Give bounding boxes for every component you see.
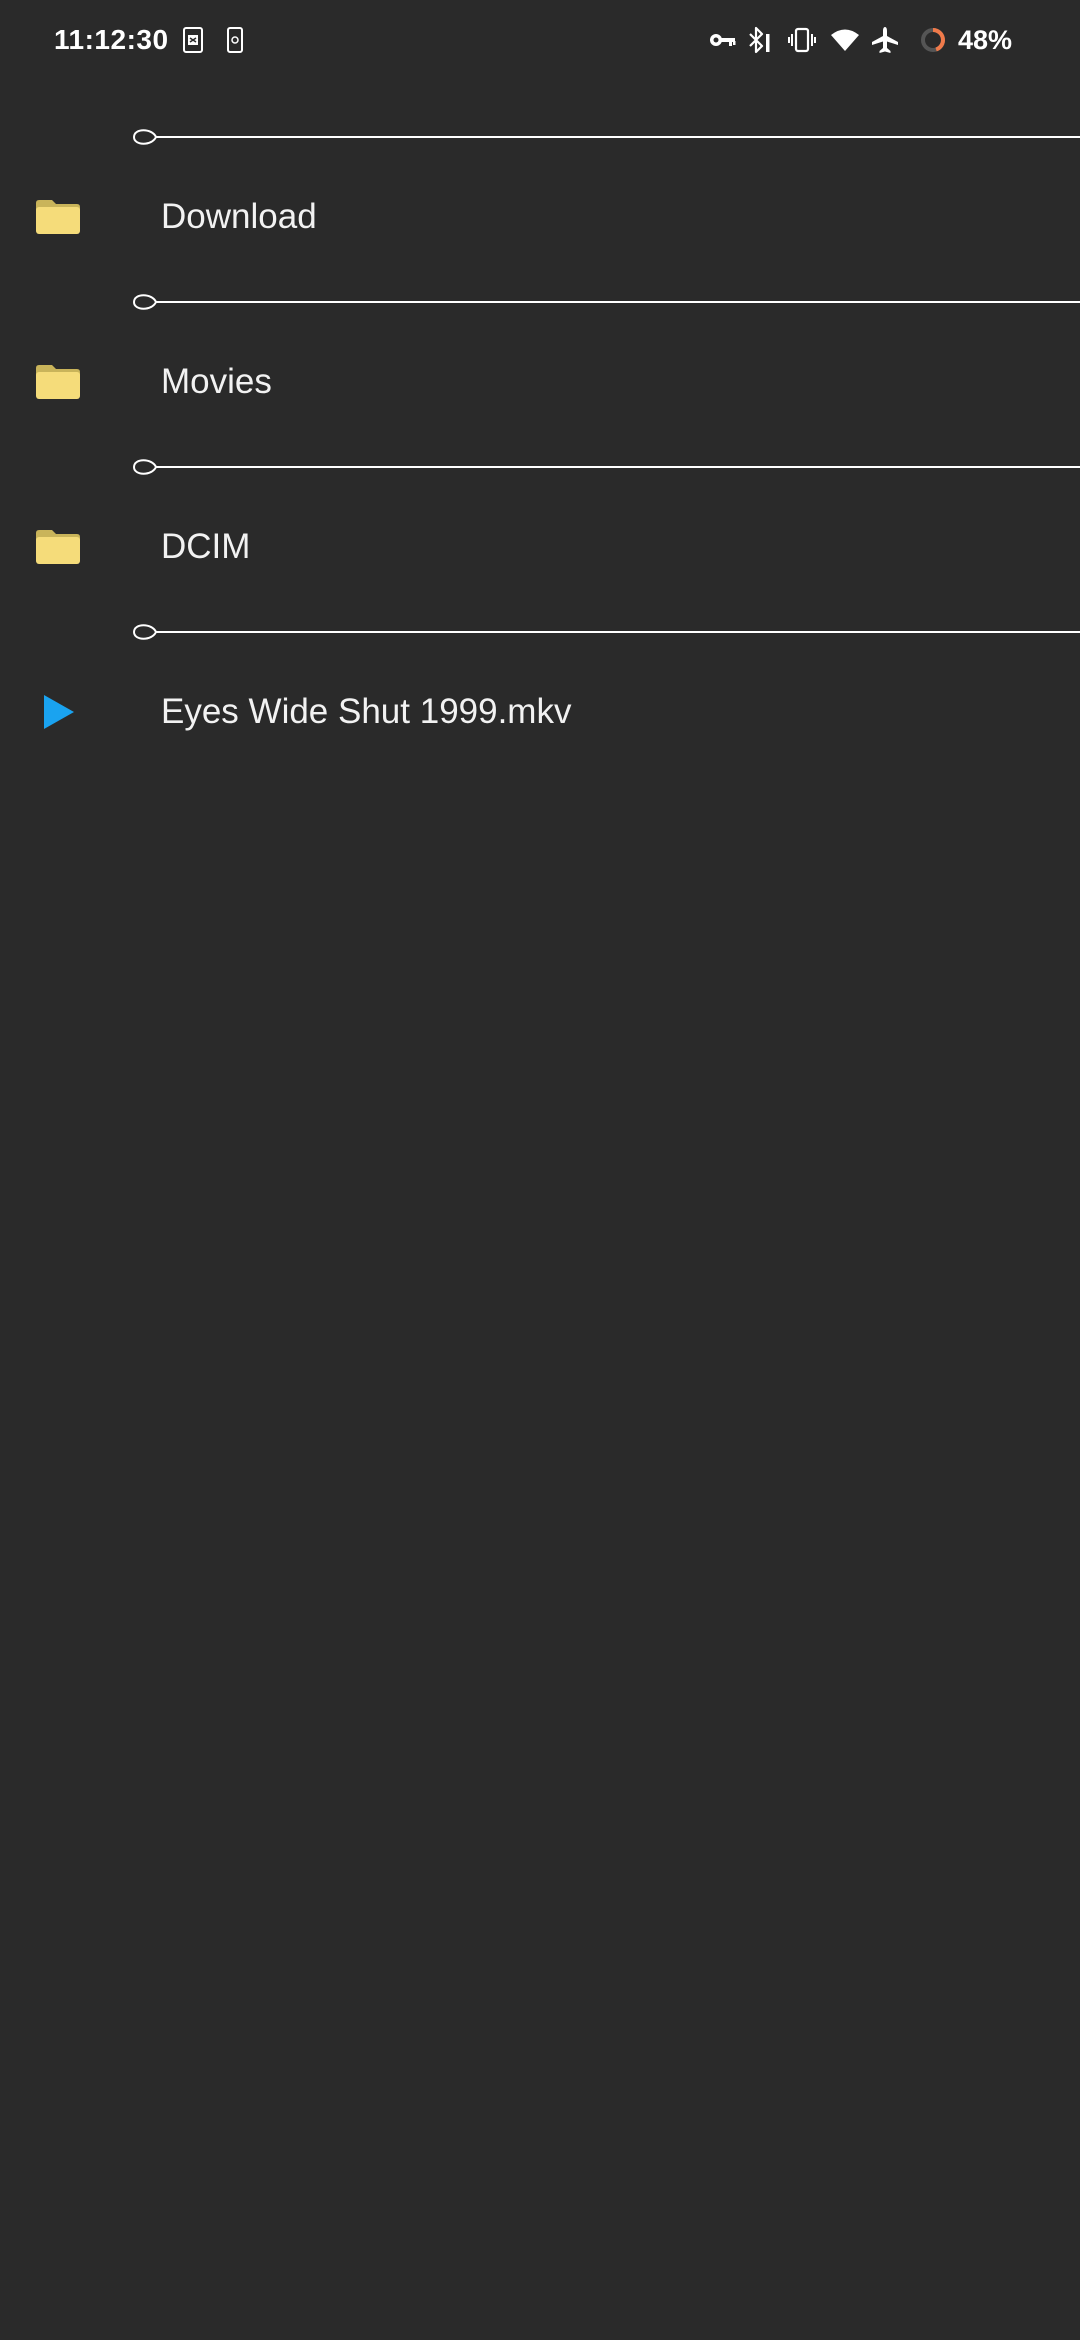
folder-icon bbox=[30, 492, 86, 602]
row-separator bbox=[132, 459, 1080, 475]
vpn-key-icon bbox=[708, 0, 738, 80]
list-item-video-file[interactable]: Eyes Wide Shut 1999.mkv bbox=[0, 657, 1080, 767]
list-item-movies[interactable]: Movies bbox=[0, 327, 1080, 437]
list-item-label: DCIM bbox=[161, 527, 251, 566]
play-icon bbox=[30, 657, 86, 767]
list-item-label: Eyes Wide Shut 1999.mkv bbox=[161, 692, 572, 731]
status-time: 11:12:30 bbox=[54, 24, 169, 55]
battery-percentage: 48% bbox=[958, 25, 1013, 55]
folder-icon bbox=[30, 162, 86, 272]
sim-card-icon bbox=[182, 0, 204, 80]
vibrate-icon bbox=[787, 0, 817, 80]
row-separator bbox=[132, 294, 1080, 310]
wifi-icon bbox=[829, 0, 861, 80]
battery-ring-icon bbox=[918, 0, 948, 80]
folder-icon bbox=[30, 327, 86, 437]
sim-card-small-icon bbox=[225, 0, 245, 80]
bluetooth-icon bbox=[746, 0, 774, 80]
status-bar: 11:12:30 48% bbox=[0, 0, 1080, 80]
airplane-mode-icon bbox=[870, 0, 900, 80]
list-item-label: Movies bbox=[161, 362, 272, 401]
row-separator bbox=[132, 624, 1080, 640]
list-item-download[interactable]: Download bbox=[0, 162, 1080, 272]
list-item-dcim[interactable]: DCIM bbox=[0, 492, 1080, 602]
list-item-label: Download bbox=[161, 197, 317, 236]
row-separator bbox=[132, 129, 1080, 145]
